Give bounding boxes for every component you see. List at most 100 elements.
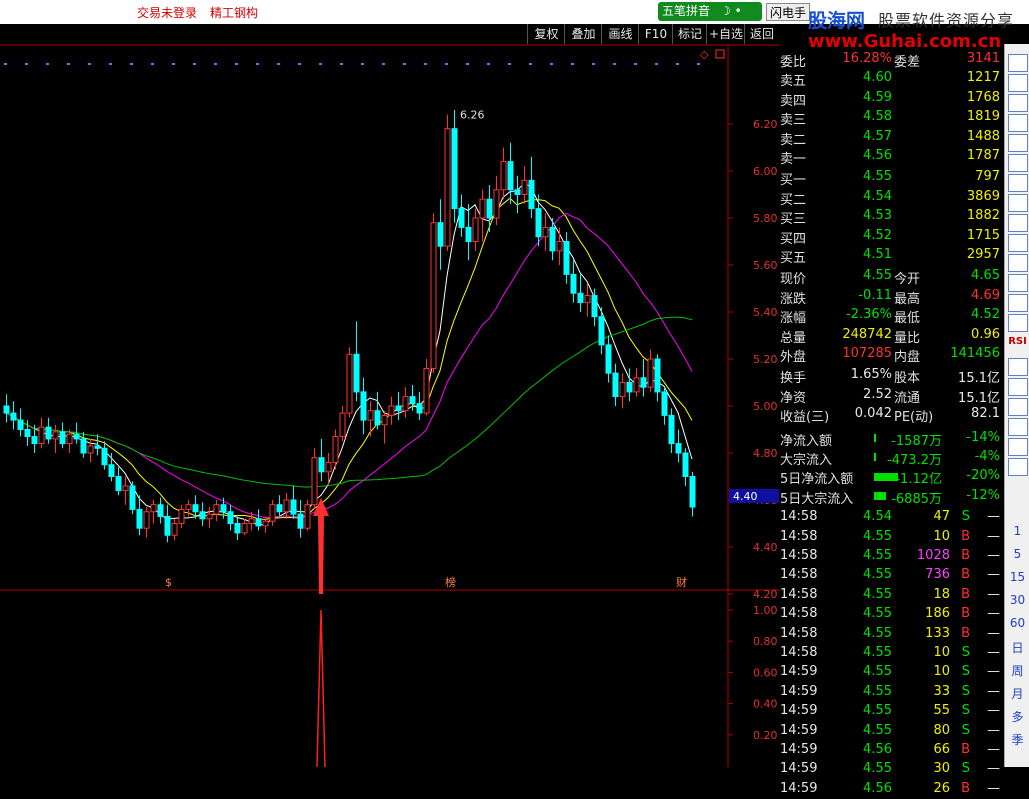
- candle: [493, 175, 500, 226]
- tick-row: 14:58 4.55 736 B —: [780, 567, 1000, 583]
- candle-body: [297, 513, 304, 529]
- stack-icon[interactable]: [1008, 274, 1028, 292]
- candle: [563, 232, 570, 284]
- list-icon[interactable]: [1008, 234, 1028, 252]
- candle: [668, 408, 675, 453]
- login-status[interactable]: 交易未登录: [137, 4, 197, 21]
- candle-body: [66, 433, 73, 445]
- circle-icon[interactable]: [1008, 294, 1028, 312]
- pen-icon[interactable]: [1008, 398, 1028, 416]
- period-button-5[interactable]: 5: [1005, 547, 1029, 561]
- candle-body: [269, 504, 276, 522]
- candle: [206, 507, 213, 529]
- settings-icon[interactable]: [1008, 358, 1028, 376]
- candle: [619, 373, 626, 409]
- candle: [171, 518, 178, 540]
- kline-icon[interactable]: [1008, 174, 1028, 192]
- help-icon[interactable]: [1008, 438, 1028, 456]
- candle: [276, 495, 283, 517]
- up-arrow-icon[interactable]: [1008, 54, 1028, 72]
- top-dot: [235, 63, 238, 65]
- down-arrow-icon[interactable]: [1008, 74, 1028, 92]
- candle-body: [241, 523, 248, 534]
- wave-icon[interactable]: [1008, 314, 1028, 332]
- period-button-日[interactable]: 日: [1005, 639, 1029, 656]
- candle-body: [577, 292, 584, 304]
- toolbar-mark-button[interactable]: 标记: [672, 24, 707, 44]
- grid-icon[interactable]: [1008, 114, 1028, 132]
- watermark-url: www.Guhai.com.cn: [808, 31, 1002, 52]
- toolbar-f10-button[interactable]: F10: [638, 24, 673, 44]
- candle-body: [339, 412, 346, 438]
- candle: [122, 476, 129, 505]
- toolbar-overlay-button[interactable]: 叠加: [564, 24, 602, 44]
- candle-body: [10, 412, 17, 421]
- top-dot: [256, 63, 259, 65]
- candle-body: [472, 217, 479, 242]
- candle-body: [598, 316, 605, 346]
- top-dot: [655, 63, 658, 65]
- kline-chart[interactable]: ◇ 6.26 6.20 6.00 5.80 5.60 5.40 5.20 5.00 4.80 4…: [0, 44, 780, 767]
- period-button-月[interactable]: 月: [1005, 685, 1029, 702]
- signal-tick-label: 0.20: [753, 729, 778, 742]
- ime-indicator[interactable]: 五笔拼音 ☽ •: [658, 2, 762, 21]
- candle: [689, 471, 696, 517]
- top-dot: [277, 63, 280, 65]
- flow-bar: [874, 434, 876, 442]
- stat-row: 现价 4.55 今开 4.65: [780, 268, 1000, 288]
- toolbar-back-button[interactable]: 返回: [744, 24, 779, 44]
- period-button-1[interactable]: 1: [1005, 524, 1029, 538]
- doc-icon[interactable]: [1008, 94, 1028, 112]
- candle-body: [220, 504, 227, 513]
- top-dot: [466, 63, 469, 65]
- period-button-周[interactable]: 周: [1005, 662, 1029, 679]
- flow-bar: [874, 453, 876, 462]
- candle: [353, 321, 360, 402]
- toolbar-add-watchlist-button[interactable]: +自选: [706, 24, 745, 44]
- f10-side-icon[interactable]: [1008, 418, 1028, 436]
- note-icon[interactable]: [1008, 254, 1028, 272]
- candle: [472, 208, 479, 251]
- candle-body: [80, 438, 87, 454]
- tick-row: 14:58 4.55 10 S —: [780, 645, 1000, 660]
- candle-body: [143, 511, 150, 529]
- flash-trade-button[interactable]: 闪电手: [766, 3, 810, 21]
- toolbar-fuquan-button[interactable]: 复权: [527, 24, 565, 44]
- ime-label: 五笔拼音: [662, 4, 711, 18]
- side-toolbar: RSI 1 5 15 30 60 日周月多季: [1004, 44, 1029, 767]
- candle-body: [374, 410, 381, 426]
- bar-chart-icon[interactable]: [1008, 194, 1028, 212]
- line-chart-icon[interactable]: [1008, 134, 1028, 152]
- period-button-多[interactable]: 多: [1005, 708, 1029, 725]
- candles: 6.26: [3, 109, 696, 543]
- stat2-row: 净资 2.52 流通 15.1亿: [780, 386, 1000, 406]
- f10-icon[interactable]: [1008, 214, 1028, 232]
- top-dot: [214, 63, 217, 65]
- ask-row: 卖一 4.56 1787: [780, 148, 1000, 167]
- candle: [528, 156, 535, 218]
- compare-icon[interactable]: [1008, 154, 1028, 172]
- top-dot: [613, 63, 616, 65]
- candle: [479, 189, 486, 242]
- signal-tick-label: 0.80: [753, 635, 778, 648]
- toolbar-draw-button[interactable]: 画线: [601, 24, 639, 44]
- candle: [612, 363, 619, 406]
- move-icon[interactable]: [1008, 378, 1028, 396]
- candle: [59, 422, 66, 449]
- candle: [157, 497, 164, 524]
- candle-body: [507, 161, 514, 191]
- price-tick-label: 5.40: [753, 306, 778, 319]
- rsi-button[interactable]: RSI: [1005, 336, 1029, 347]
- tick-row: 14:58 4.55 1028 B —: [780, 548, 1000, 563]
- stat-row: 外盘 107285 内盘 141456: [780, 346, 1000, 365]
- period-button-30[interactable]: 30: [1005, 593, 1029, 607]
- period-button-季[interactable]: 季: [1005, 731, 1029, 748]
- candle: [374, 391, 381, 430]
- candle-body: [276, 504, 283, 513]
- candle: [654, 354, 661, 402]
- candle: [283, 492, 290, 519]
- period-button-60[interactable]: 60: [1005, 616, 1029, 630]
- period-button-15[interactable]: 15: [1005, 570, 1029, 584]
- refresh-icon[interactable]: [1008, 458, 1028, 476]
- candle: [395, 391, 402, 421]
